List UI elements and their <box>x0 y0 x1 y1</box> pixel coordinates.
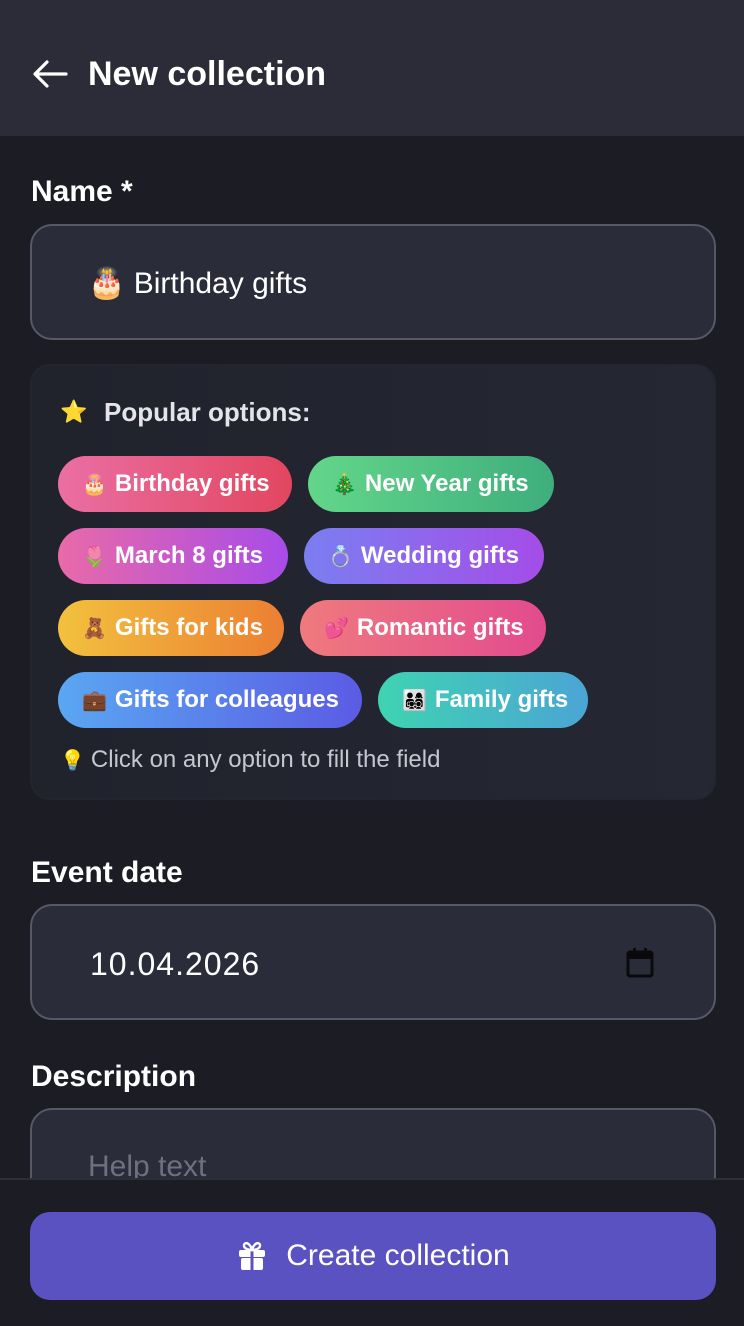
family-icon: 👨‍👩‍👧‍👦 <box>402 689 427 712</box>
create-collection-button[interactable]: Create collection <box>30 1212 716 1300</box>
hearts-icon: 💕 <box>324 617 349 640</box>
name-value: 🎂 Birthday gifts <box>88 267 308 300</box>
chip-label: March 8 gifts <box>114 542 263 569</box>
gift-icon <box>239 1241 266 1270</box>
footer-bar: Create collection <box>0 1178 744 1326</box>
christmas-tree-icon: 🎄 <box>332 473 357 496</box>
popular-options-panel: ⭐ Popular options: 🎂 Birthday gifts 🎄 New … <box>30 364 716 800</box>
calendar-icon <box>626 948 654 978</box>
chip-gifts-for-kids[interactable]: 🧸 Gifts for kids <box>58 600 284 656</box>
chip-new-year-gifts[interactable]: 🎄 New Year gifts <box>308 456 554 512</box>
event-date-value: 10.04.2026 <box>90 946 261 982</box>
hint-label: Click on any option to fill the field <box>90 746 441 773</box>
teddy-bear-icon: 🧸 <box>82 617 107 640</box>
ring-icon: 💍 <box>328 545 353 568</box>
event-date-label: Event date <box>31 856 183 889</box>
chip-wedding-gifts[interactable]: 💍 Wedding gifts <box>304 528 544 584</box>
back-button[interactable] <box>30 54 70 94</box>
page-title: New collection <box>88 55 327 93</box>
chip-label: Gifts for kids <box>114 614 263 641</box>
star-icon: ⭐ <box>60 399 88 424</box>
chip-label: New Year gifts <box>364 470 529 497</box>
name-field[interactable]: 🎂 Birthday gifts <box>30 224 716 340</box>
chip-label: Romantic gifts <box>356 614 524 641</box>
chip-family-gifts[interactable]: 👨‍👩‍👧‍👦 Family gifts <box>378 672 588 728</box>
chip-romantic-gifts[interactable]: 💕 Romantic gifts <box>300 600 546 656</box>
chip-label: Birthday gifts <box>114 470 270 497</box>
create-collection-label: Create collection <box>286 1239 510 1272</box>
chip-birthday-gifts[interactable]: 🎂 Birthday gifts <box>58 456 292 512</box>
app-header: New collection <box>0 0 744 136</box>
popular-options-title: Popular options: <box>104 397 311 427</box>
description-label: Description <box>31 1060 197 1093</box>
chip-label: Wedding gifts <box>360 542 520 569</box>
calendar-button[interactable] <box>626 948 654 978</box>
chip-march-8-gifts[interactable]: 🌷 March 8 gifts <box>58 528 288 584</box>
chip-gifts-for-colleagues[interactable]: 💼 Gifts for colleagues <box>58 672 362 728</box>
event-date-field[interactable]: 10.04.2026 <box>30 904 716 1020</box>
arrow-left-icon <box>33 60 68 88</box>
popular-options-header: ⭐ Popular options: <box>60 394 311 430</box>
chip-label: Family gifts <box>434 686 569 713</box>
name-label: Name * <box>31 175 133 208</box>
lightbulb-icon: 💡 <box>60 750 85 772</box>
hint-text: 💡 Click on any option to fill the field <box>60 744 440 777</box>
tulip-icon: 🌷 <box>82 545 107 568</box>
briefcase-icon: 💼 <box>82 689 107 712</box>
chip-label: Gifts for colleagues <box>114 686 339 713</box>
cake-icon: 🎂 <box>82 473 107 496</box>
